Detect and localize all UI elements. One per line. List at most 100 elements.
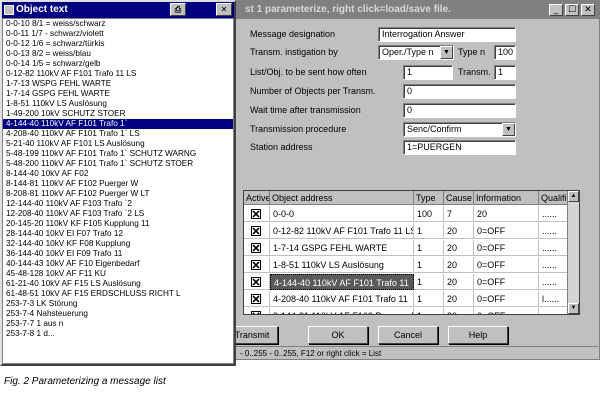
checkbox-checked-icon[interactable] (251, 311, 261, 315)
list-item[interactable]: 0-0-14 1/5 = schwarz/gelb (3, 59, 233, 69)
list-item[interactable]: 0-0-13 8/2 = weiss/blau (3, 49, 233, 59)
scroll-down-icon[interactable]: ▼ (568, 303, 579, 314)
cell-type[interactable]: 1 (414, 308, 444, 314)
list-item[interactable]: 61-21-40 10kV AF F15 LS Auslösung (3, 279, 233, 289)
close-button[interactable]: ✕ (581, 4, 595, 16)
cell-object-address[interactable]: 4-144-40 110kV AF F101 Trafo 11 (270, 274, 414, 290)
checkbox-checked-icon[interactable] (251, 277, 261, 287)
list-item[interactable]: 1-8-51 110kV LS Auslösung (3, 99, 233, 109)
cell-type[interactable]: 100 (414, 206, 444, 222)
list-item[interactable]: 0-0-11 1/7 - schwarz/violett (3, 29, 233, 39)
cell-information[interactable]: 0=OFF (474, 274, 539, 290)
cell-object-address[interactable]: 1-7-14 GSPG FEHL WARTE (270, 240, 414, 256)
cell-information[interactable]: 0=OFF (474, 308, 539, 314)
col-cause[interactable]: Cause (444, 191, 474, 205)
cell-type[interactable]: 1 (414, 223, 444, 239)
list-item[interactable]: 61-48-51 10kV AF F15 ERDSCHLUSS RICHT L (3, 289, 233, 299)
table-scrollbar[interactable]: ▲ ▼ (567, 191, 579, 314)
dropdown-arrow-icon[interactable]: ▼ (440, 46, 453, 59)
table-row[interactable]: 0-0-0 100 7 20...... (244, 206, 579, 222)
list-item[interactable]: 32-144-40 10kV KF F08 Kupplung (3, 239, 233, 249)
transm-input[interactable]: 1 (494, 65, 516, 80)
scroll-up-icon[interactable]: ▲ (568, 191, 579, 202)
cell-qualifier[interactable]: ...... (539, 274, 569, 290)
list-item[interactable]: 5-21-40 110kV AF F101 LS Auslösung (3, 139, 233, 149)
cell-object-address[interactable]: 4-208-40 110kV AF F101 Trafo 11 (270, 291, 414, 307)
cell-cause[interactable]: 20 (444, 240, 474, 256)
list-item[interactable]: 5-48-199 110kV AF F101 Trafo 1` SCHUTZ W… (3, 149, 233, 159)
cell-active[interactable] (244, 206, 270, 222)
cell-cause[interactable]: 20 (444, 274, 474, 290)
list-item[interactable]: 253-7-3 LK Störung (3, 299, 233, 309)
table-row[interactable]: 1-7-14 GSPG FEHL WARTE 1 20 0=OFF...... (244, 240, 579, 256)
cell-active[interactable] (244, 274, 270, 290)
type-n-input[interactable]: 100 (494, 45, 516, 60)
list-item[interactable]: 253-7-8 1 d... (3, 329, 233, 339)
cell-information[interactable]: 0=OFF (474, 223, 539, 239)
checkbox-checked-icon[interactable] (251, 294, 261, 304)
cell-object-address[interactable]: 8-144-81 110kV AF F102 Puergen W (270, 308, 414, 314)
cell-qualifier[interactable]: ...... (539, 257, 569, 273)
cell-object-address[interactable]: 0-0-0 (270, 206, 414, 222)
cell-cause[interactable]: 7 (444, 206, 474, 222)
table-row[interactable]: 8-144-81 110kV AF F102 Puergen W1200=OFF… (244, 308, 579, 315)
col-type[interactable]: Type (414, 191, 444, 205)
list-item[interactable]: 1-49-200 10kV SCHUTZ STOER (3, 109, 233, 119)
cell-type[interactable]: 1 (414, 291, 444, 307)
cell-information[interactable]: 0=OFF (474, 257, 539, 273)
cell-cause[interactable]: 20 (444, 291, 474, 307)
cancel-button[interactable]: Cancel (378, 326, 438, 344)
cell-object-address[interactable]: 0-12-82 110kV AF F101 Trafo 11 LS (270, 223, 414, 239)
cell-information[interactable]: 0=OFF (474, 291, 539, 307)
list-item[interactable]: 8-208-81 110kV AF F102 Puerger W LT (3, 189, 233, 199)
list-item[interactable]: 5-48-200 110kV AF F101 Trafo 1` SCHUTZ S… (3, 159, 233, 169)
cell-qualifier[interactable]: ...... (539, 240, 569, 256)
list-item[interactable]: 4-144-40 110kV AF F101 Trafo 1` (3, 119, 233, 129)
cell-active[interactable] (244, 223, 270, 239)
list-item[interactable]: 28-144-40 10kV EI F07 Trafo 12 (3, 229, 233, 239)
minimize-button[interactable]: _ (549, 4, 563, 16)
table-row[interactable]: 0-12-82 110kV AF F101 Trafo 11 LS 1 20 0=OF… (244, 223, 579, 239)
cell-active[interactable] (244, 240, 270, 256)
list-item[interactable]: 0-12-82 110kV AF F101 Trafo 11 LS (3, 69, 233, 79)
list-item[interactable]: 12-144-40 110kV AF F103 Trafo `2 (3, 199, 233, 209)
printer-icon[interactable]: ⎙ (170, 3, 186, 16)
cell-information[interactable]: 0=OFF (474, 240, 539, 256)
list-item[interactable]: 4-208-40 110kV AF F101 Trafo 1` LS (3, 129, 233, 139)
cell-qualifier[interactable]: ...... (539, 308, 569, 314)
list-item[interactable]: 0-0-10 8/1 = weiss/schwarz (3, 19, 233, 29)
message-designation-input[interactable]: Interrogation Answer (378, 27, 516, 42)
list-item[interactable]: 253-7-4 Nahsteuerung (3, 309, 233, 319)
list-item[interactable]: 45-48-128 10kV AF F11 KU (3, 269, 233, 279)
list-item[interactable]: 36-144-40 10kV EI F09 Trafo 11 (3, 249, 233, 259)
checkbox-checked-icon[interactable] (251, 260, 261, 270)
dropdown-arrow-icon[interactable]: ▼ (502, 123, 515, 136)
cell-active[interactable] (244, 308, 270, 315)
num-objects-input[interactable]: 0 (403, 84, 516, 99)
list-item[interactable]: 253-7-7 1 aus n (3, 319, 233, 329)
col-qualifier[interactable]: Qualifier (539, 191, 569, 205)
window-menu-icon[interactable] (4, 5, 14, 15)
cell-qualifier[interactable]: ...... (539, 206, 569, 222)
close-icon[interactable]: ✕ (216, 3, 232, 16)
list-item[interactable]: 0-0-12 1/6 = schwarz/türkis (3, 39, 233, 49)
col-active[interactable]: Active (244, 191, 270, 205)
table-row[interactable]: 4-208-40 110kV AF F101 Trafo 11 1 20 0=OFF l… (244, 291, 579, 307)
list-item[interactable]: 8-144-81 110kV AF F102 Puerger W (3, 179, 233, 189)
cell-information[interactable]: 20 (474, 206, 539, 222)
cell-active[interactable] (244, 257, 270, 273)
list-item[interactable]: 8-144-40 10kV AF F02 (3, 169, 233, 179)
col-information[interactable]: Information (474, 191, 539, 205)
cell-type[interactable]: 1 (414, 274, 444, 290)
cell-qualifier[interactable]: l...... (539, 291, 569, 307)
cell-cause[interactable]: 20 (444, 257, 474, 273)
maximize-button[interactable]: ☐ (565, 4, 579, 16)
cell-object-address[interactable]: 1-8-51 110kV LS Auslösung (270, 257, 414, 273)
list-item[interactable]: 1-7-13 WSPG FEHL WARTE (3, 79, 233, 89)
checkbox-checked-icon[interactable] (251, 209, 261, 219)
table-row[interactable]: 4-144-40 110kV AF F101 Trafo 11 1 20 0=OFF.… (244, 274, 579, 290)
table-row[interactable]: 1-8-51 110kV LS Auslösung 1 20 0=OFF...... (244, 257, 579, 273)
list-item[interactable]: 40-144-43 10kV AF F10 Eigenbedarf (3, 259, 233, 269)
transm-instigation-select[interactable]: Oper./Type n ▼ (378, 45, 454, 60)
cell-type[interactable]: 1 (414, 240, 444, 256)
